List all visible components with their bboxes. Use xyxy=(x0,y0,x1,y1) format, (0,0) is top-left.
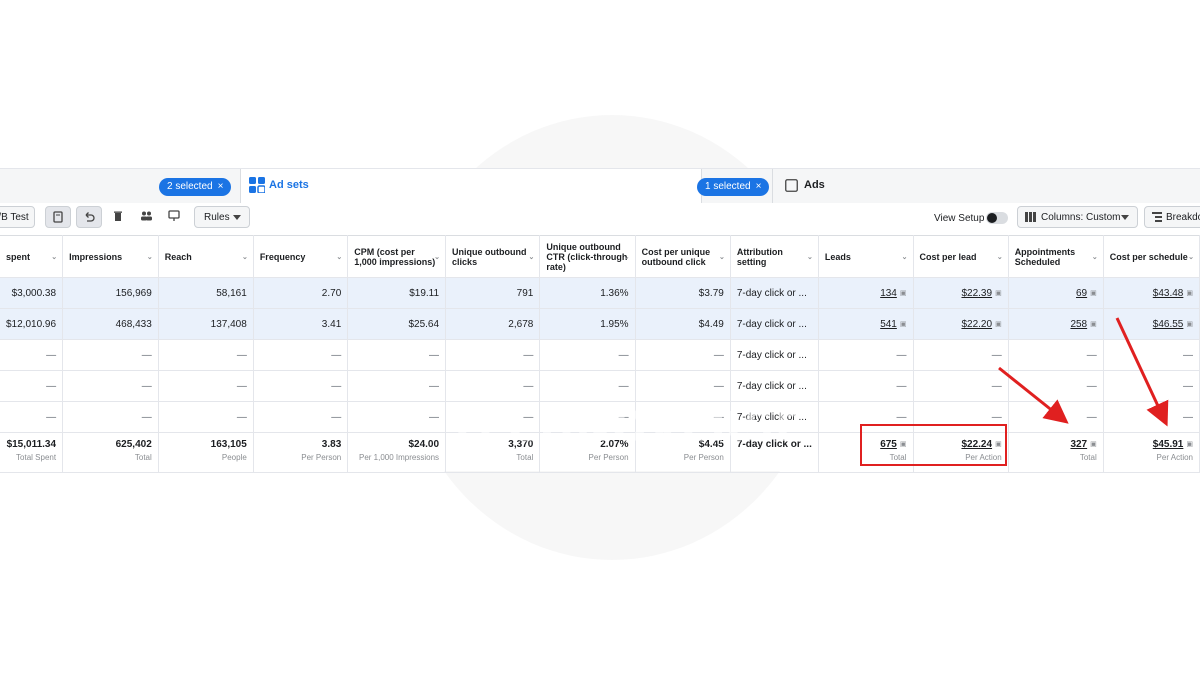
annotation-arrow xyxy=(1115,317,1169,427)
annotation-arrow xyxy=(998,366,1069,424)
watermark-text: TECHNOVERSE xyxy=(448,402,805,451)
annotation-arrows xyxy=(998,317,1169,427)
